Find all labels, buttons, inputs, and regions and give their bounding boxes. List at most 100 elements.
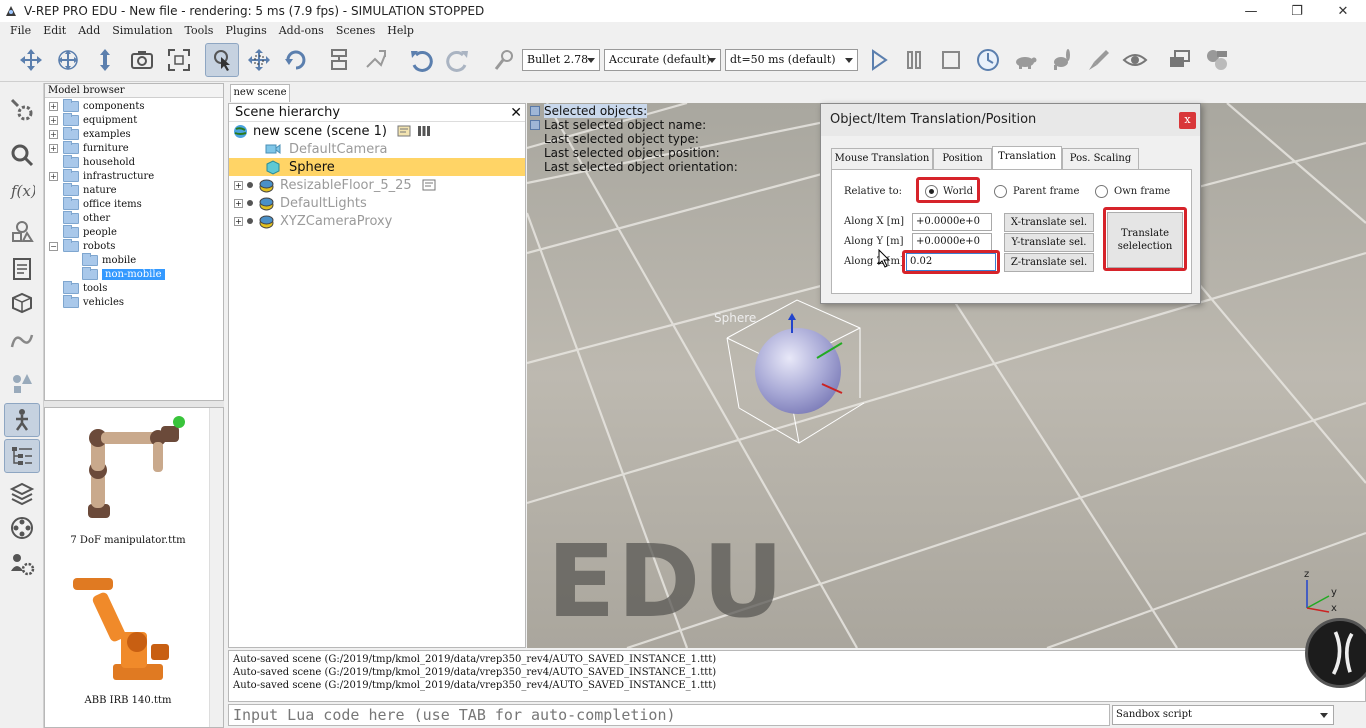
hierarchy-row-scene[interactable]: new scene (scene 1)	[229, 122, 525, 140]
user-settings-icon[interactable]	[4, 547, 40, 581]
shape-primitives-icon[interactable]	[4, 366, 40, 400]
menu-help[interactable]: Help	[387, 24, 414, 37]
hierarchy-row-defaultcamera[interactable]: DefaultCamera	[229, 140, 525, 158]
tree-item[interactable]: other	[49, 210, 110, 225]
calculation-modules-icon[interactable]	[4, 138, 40, 172]
fit-to-view-icon[interactable]	[162, 43, 196, 77]
customization-script-icon[interactable]	[417, 124, 431, 138]
dialog-close-button[interactable]: x	[1179, 112, 1196, 129]
tree-item[interactable]: mobile	[68, 252, 136, 267]
menu-addons[interactable]: Add-ons	[279, 24, 324, 37]
menu-edit[interactable]: Edit	[43, 24, 66, 37]
layers-icon[interactable]	[4, 476, 40, 510]
scene-selector-icon[interactable]	[1200, 43, 1234, 77]
hierarchy-row-resizablefloor[interactable]: + ResizableFloor_5_25	[229, 176, 525, 194]
camera-opening-angle-icon[interactable]	[125, 43, 159, 77]
minimize-button[interactable]: —	[1228, 0, 1274, 22]
expand-icon[interactable]: +	[234, 216, 243, 226]
close-window-button[interactable]: ✕	[1320, 0, 1366, 22]
expand-icon[interactable]: +	[234, 180, 243, 190]
tab-position[interactable]: Position	[933, 148, 992, 169]
expand-icon[interactable]: −	[49, 241, 58, 251]
tree-item[interactable]: office items	[49, 196, 142, 211]
tree-item[interactable]: tools	[49, 280, 107, 295]
camera-rotate-icon[interactable]	[51, 43, 85, 77]
tab-new-scene[interactable]: new scene	[230, 84, 290, 102]
lua-command-input[interactable]: Input Lua code here (use TAB for auto-co…	[228, 704, 1110, 726]
model-thumb-7dof[interactable]: 7 DoF manipulator.ttm	[53, 412, 203, 546]
play-icon[interactable]	[861, 43, 895, 77]
speed-up-icon[interactable]	[1045, 43, 1079, 77]
tree-item[interactable]: people	[49, 224, 117, 239]
menu-file[interactable]: File	[10, 24, 31, 37]
script-icon[interactable]	[422, 178, 436, 192]
model-browser-toggle-icon[interactable]	[4, 403, 40, 437]
script-icon[interactable]	[397, 124, 411, 138]
tab-pos-scaling[interactable]: Pos. Scaling	[1062, 148, 1139, 169]
expand-icon[interactable]: +	[49, 171, 58, 181]
info-expand-icon[interactable]	[530, 120, 540, 130]
y-translate-button[interactable]: Y-translate sel.	[1004, 233, 1094, 252]
stop-icon[interactable]	[934, 43, 968, 77]
tree-item[interactable]: + infrastructure	[49, 168, 154, 183]
tree-item[interactable]: non-mobile	[68, 266, 165, 281]
menu-tools[interactable]: Tools	[185, 24, 214, 37]
tab-translation[interactable]: Translation	[992, 146, 1062, 170]
tree-item[interactable]: + examples	[49, 126, 131, 141]
expand-icon[interactable]: +	[49, 129, 58, 139]
threaded-rendering-icon[interactable]	[1082, 43, 1116, 77]
visualization-toggle-icon[interactable]	[1118, 43, 1152, 77]
physics-engine-select[interactable]: Bullet 2.78	[522, 49, 600, 71]
simulation-settings-icon[interactable]	[4, 93, 40, 127]
menu-add[interactable]: Add	[78, 24, 100, 37]
object-rotate-icon[interactable]	[279, 43, 313, 77]
transfer-dna-icon[interactable]	[359, 43, 393, 77]
hierarchy-row-xyzcameraproxy[interactable]: + XYZCameraProxy	[229, 212, 525, 230]
hierarchy-row-defaultlights[interactable]: + DefaultLights	[229, 194, 525, 212]
expand-icon[interactable]: +	[49, 143, 58, 153]
tree-item[interactable]: + furniture	[49, 140, 129, 155]
tab-mouse-translation[interactable]: Mouse Translation	[831, 148, 933, 169]
dynamics-toggle-icon[interactable]	[487, 43, 521, 77]
expand-icon[interactable]: +	[49, 101, 58, 111]
path-edit-icon[interactable]	[4, 323, 40, 357]
expand-icon[interactable]: +	[234, 198, 243, 208]
accuracy-select[interactable]: Accurate (default)	[604, 49, 721, 71]
x-translate-button[interactable]: X-translate sel.	[1004, 213, 1094, 232]
camera-pan-icon[interactable]	[14, 43, 48, 77]
redo-icon[interactable]	[441, 43, 475, 77]
object-shift-icon[interactable]	[242, 43, 276, 77]
tree-item[interactable]: − robots	[49, 238, 115, 253]
tree-item[interactable]: vehicles	[49, 294, 124, 309]
function-icon[interactable]: f(x)	[4, 173, 40, 207]
tree-item[interactable]: household	[49, 154, 135, 169]
camera-shift-icon[interactable]	[88, 43, 122, 77]
scene-hierarchy-toggle-icon[interactable]	[4, 439, 40, 473]
info-toggle-icon[interactable]	[530, 106, 540, 116]
tree-item[interactable]: nature	[49, 182, 117, 197]
page-selector-icon[interactable]	[1163, 43, 1197, 77]
radio-own-frame[interactable]	[1095, 185, 1108, 198]
menu-simulation[interactable]: Simulation	[112, 24, 172, 37]
close-hierarchy-button[interactable]: ✕	[510, 105, 522, 121]
scripts-icon[interactable]	[4, 252, 40, 286]
restore-button[interactable]: ❐	[1274, 0, 1320, 22]
along-x-input[interactable]: +0.0000e+0	[912, 213, 992, 231]
expand-icon[interactable]: +	[49, 115, 58, 125]
click-selection-icon[interactable]	[205, 43, 239, 77]
tree-item[interactable]: + equipment	[49, 112, 137, 127]
undo-icon[interactable]	[404, 43, 438, 77]
shapes-edit-icon[interactable]	[4, 286, 40, 320]
z-translate-button[interactable]: Z-translate sel.	[1004, 253, 1094, 272]
radio-parent-frame[interactable]	[994, 185, 1007, 198]
realtime-icon[interactable]	[971, 43, 1005, 77]
assemble-icon[interactable]	[322, 43, 356, 77]
pause-icon[interactable]	[897, 43, 931, 77]
tree-item[interactable]: + components	[49, 98, 144, 113]
thumbnails-scrollbar[interactable]	[209, 408, 223, 727]
video-recorder-icon[interactable]	[4, 511, 40, 545]
script-type-select[interactable]: Sandbox script	[1112, 705, 1334, 725]
menu-scenes[interactable]: Scenes	[336, 24, 375, 37]
menu-plugins[interactable]: Plugins	[225, 24, 266, 37]
hierarchy-row-sphere[interactable]: Sphere	[229, 158, 525, 176]
